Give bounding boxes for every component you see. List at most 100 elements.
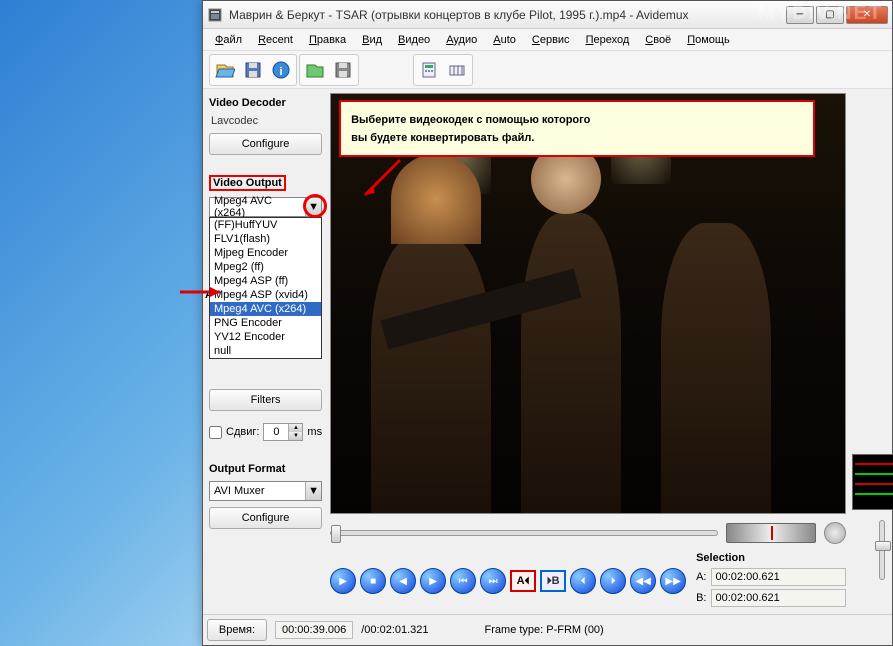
toolbar-group-file: i — [209, 54, 297, 86]
codec-option-mpeg4avc[interactable]: Mpeg4 AVC (x264) — [210, 302, 321, 316]
next-frame-button[interactable]: ▶ — [420, 568, 446, 594]
toolbar-group-calc — [413, 54, 473, 86]
codec-option-mpeg4asp-xvid[interactable]: Mpeg4 ASP (xvid4) — [210, 288, 321, 302]
video-output-dropdown[interactable]: (FF)HuffYUV FLV1(flash) Mjpeg Encoder Mp… — [209, 217, 322, 359]
filters-button[interactable]: Filters — [209, 389, 322, 411]
video-output-section: Video Output — [209, 175, 322, 191]
decoder-configure-button[interactable]: Configure — [209, 133, 322, 155]
app-icon — [207, 7, 223, 23]
prev-frame-button[interactable]: ◀ — [390, 568, 416, 594]
open2-button[interactable] — [302, 57, 328, 83]
volume-thumb[interactable] — [875, 541, 891, 551]
video-output-combo[interactable]: Mpeg4 AVC (x264) ▼ (FF)HuffYUV FLV1(flas… — [209, 197, 322, 217]
menu-recent[interactable]: Recent — [252, 32, 299, 48]
shift-unit: ms — [307, 426, 322, 438]
save2-button[interactable] — [330, 57, 356, 83]
output-format-label: Output Format — [209, 463, 322, 475]
spin-up[interactable]: ▲ — [288, 424, 302, 432]
timeline-row — [330, 518, 846, 548]
time-value: 00:00:39.006 — [275, 621, 353, 639]
menu-audio[interactable]: Аудио — [440, 32, 483, 48]
timeline-thumb[interactable] — [331, 525, 341, 543]
codec-option-mjpeg[interactable]: Mjpeg Encoder — [210, 246, 321, 260]
shift-checkbox[interactable] — [209, 426, 222, 439]
right-panel — [852, 93, 893, 610]
shift-row: Сдвиг: ▲ ▼ ms — [209, 423, 322, 441]
calculator-button[interactable] — [416, 57, 442, 83]
stop-button[interactable]: ■ — [360, 568, 386, 594]
video-frame — [331, 94, 845, 513]
menu-goto[interactable]: Переход — [580, 32, 636, 48]
duration-value: /00:02:01.321 — [361, 624, 428, 636]
goto-b-button[interactable]: ⏵ — [600, 568, 626, 594]
play-button[interactable]: ▶ — [330, 568, 356, 594]
output-format-arrow[interactable]: ▼ — [305, 482, 321, 500]
menu-file[interactable]: Файл — [209, 32, 248, 48]
shift-input[interactable] — [264, 424, 288, 440]
toolbar-group-file2 — [299, 54, 359, 86]
time-button[interactable]: Время: — [207, 619, 267, 641]
codec-option-null[interactable]: null — [210, 344, 321, 358]
next-black-button[interactable]: ▶▶ — [660, 568, 686, 594]
marker-a-button[interactable]: A⏴ — [510, 570, 536, 592]
prev-black-button[interactable]: ◀◀ — [630, 568, 656, 594]
video-preview[interactable]: Выберите видеокодек с помощью которого в… — [330, 93, 846, 514]
toolbar: i — [203, 51, 892, 89]
marker-b-button[interactable]: ⏵B — [540, 570, 566, 592]
svg-text:i: i — [279, 66, 282, 78]
menubar: Файл Recent Правка Вид Видео Аудио Auto … — [203, 29, 892, 51]
app-window: Маврин & Беркут - TSAR (отрывки концерто… — [202, 0, 893, 646]
selection-a-value: 00:02:00.621 — [711, 568, 847, 586]
next-keyframe-button[interactable]: ⏭ — [480, 568, 506, 594]
goto-a-button[interactable]: ⏴ — [570, 568, 596, 594]
menu-service[interactable]: Сервис — [526, 32, 576, 48]
open-button[interactable] — [212, 57, 238, 83]
menu-auto[interactable]: Auto — [487, 32, 522, 48]
codec-option-png[interactable]: PNG Encoder — [210, 316, 321, 330]
codec-option-mpeg4asp-ff[interactable]: Mpeg4 ASP (ff) — [210, 274, 321, 288]
disc-button[interactable] — [824, 522, 846, 544]
codec-option-huffyuv[interactable]: (FF)HuffYUV — [210, 218, 321, 232]
selection-b-label: B: — [696, 592, 706, 604]
shift-spinbox[interactable]: ▲ ▼ — [263, 423, 303, 441]
playback-controls: ▶ ■ ◀ ▶ ⏮ ⏭ A⏴ ⏵B ⏴ ⏵ ◀◀ ▶▶ — [330, 552, 686, 610]
codec-option-yv12[interactable]: YV12 Encoder — [210, 330, 321, 344]
instruction-tooltip: Выберите видеокодек с помощью которого в… — [339, 100, 815, 157]
output-format-selected: AVI Muxer — [210, 485, 305, 497]
combo-dropdown-arrow[interactable]: ▼ — [305, 198, 321, 216]
spin-down[interactable]: ▼ — [288, 432, 302, 440]
selection-label: Selection — [696, 552, 846, 564]
codec-option-mpeg2[interactable]: Mpeg2 (ff) — [210, 260, 321, 274]
timeline-slider[interactable] — [330, 530, 718, 536]
tool-button[interactable] — [444, 57, 470, 83]
nav-wheel[interactable] — [726, 523, 816, 543]
menu-video[interactable]: Видео — [392, 32, 436, 48]
menu-view[interactable]: Вид — [356, 32, 388, 48]
frame-type: Frame type: P-FRM (00) — [485, 624, 604, 636]
output-format-configure-button[interactable]: Configure — [209, 507, 322, 529]
selection-b-value: 00:02:00.621 — [711, 589, 847, 607]
codec-option-flv1[interactable]: FLV1(flash) — [210, 232, 321, 246]
window-title: Маврин & Беркут - TSAR (отрывки концерто… — [229, 8, 786, 22]
menu-edit[interactable]: Правка — [303, 32, 352, 48]
video-output-selected: Mpeg4 AVC (x264) — [210, 195, 305, 219]
content-area: Video Decoder Lavcodec Configure Video O… — [203, 89, 892, 614]
decoder-value: Lavcodec — [209, 115, 322, 127]
status-bar: Время: 00:00:39.006 /00:02:01.321 Frame … — [203, 614, 892, 645]
spin-buttons: ▲ ▼ — [288, 424, 302, 440]
decoder-label: Video Decoder — [209, 97, 322, 109]
volume-slider[interactable] — [879, 520, 885, 580]
watermark-text: MYDIV.NET — [758, 2, 883, 25]
prev-keyframe-button[interactable]: ⏮ — [450, 568, 476, 594]
menu-custom[interactable]: Своё — [639, 32, 677, 48]
menu-help[interactable]: Помощь — [681, 32, 736, 48]
sidebar: Video Decoder Lavcodec Configure Video O… — [207, 93, 324, 610]
main-area: Выберите видеокодек с помощью которого в… — [330, 93, 846, 610]
info-button[interactable]: i — [268, 57, 294, 83]
video-output-label: Video Output — [209, 175, 286, 191]
shift-label: Сдвиг: — [226, 426, 259, 438]
output-format-combo[interactable]: AVI Muxer ▼ — [209, 481, 322, 501]
audio-meter — [852, 454, 893, 510]
save-button[interactable] — [240, 57, 266, 83]
selection-a-label: A: — [696, 571, 706, 583]
